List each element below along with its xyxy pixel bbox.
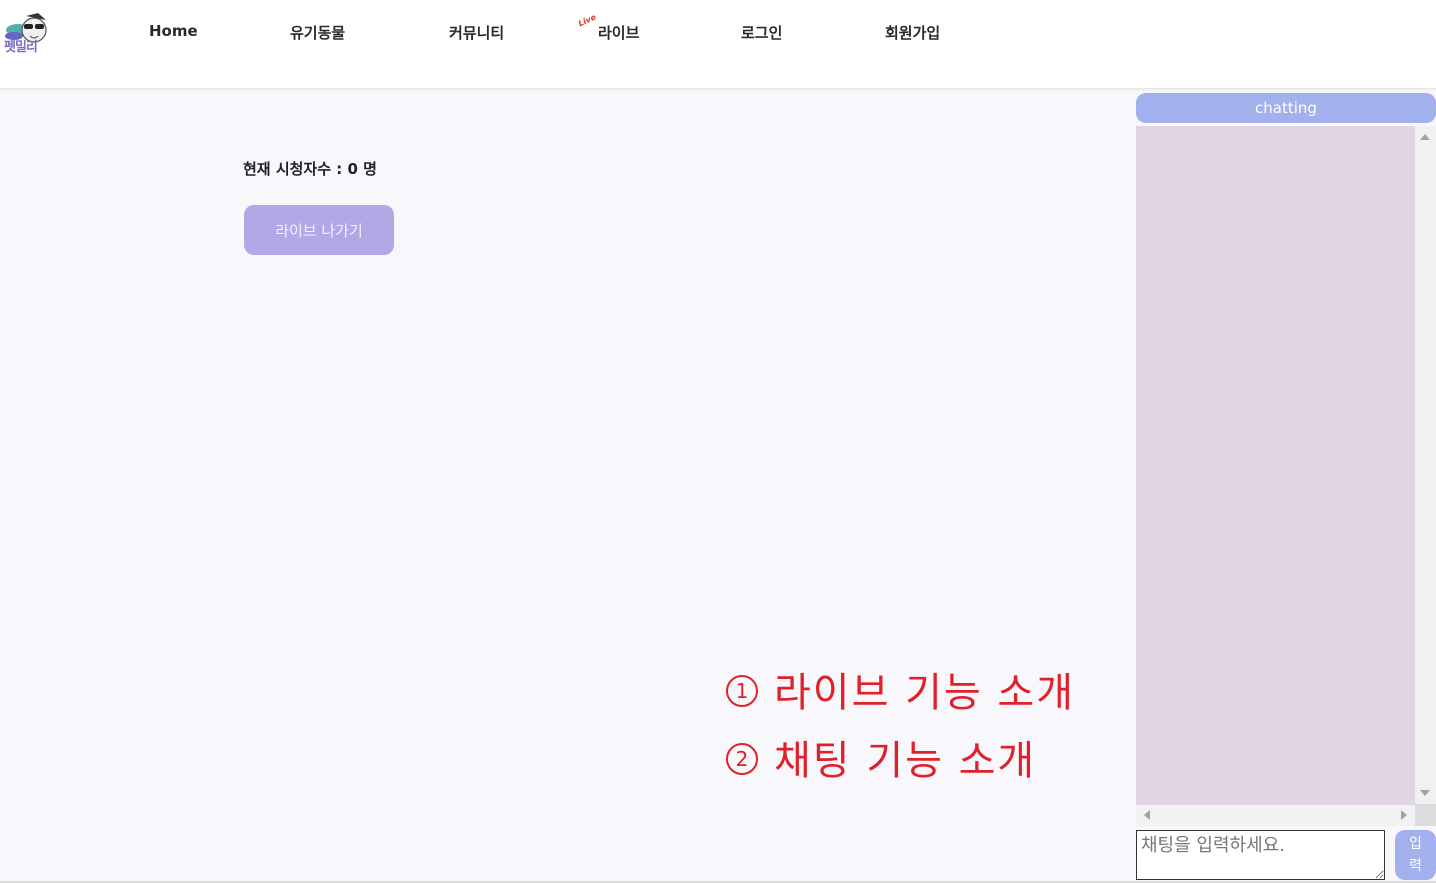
chat-message-area[interactable] [1136, 126, 1436, 826]
scroll-right-icon[interactable] [1401, 810, 1407, 820]
nav-live[interactable]: 라이브 [598, 22, 639, 42]
annotation-number: 2 [726, 743, 758, 775]
chat-vertical-scrollbar[interactable] [1415, 126, 1436, 804]
annotation-text: 라이브 기능 소개 [774, 670, 1076, 716]
annotation-2: 2 채팅 기능 소개 [726, 728, 1036, 786]
scroll-left-icon[interactable] [1144, 810, 1150, 820]
send-button[interactable]: 입력 [1395, 830, 1436, 880]
scrollbar-corner [1415, 805, 1436, 826]
live-badge: Live [576, 12, 598, 29]
annotation-1: 1 라이브 기능 소개 [726, 660, 1075, 718]
nav-community[interactable]: 커뮤니티 [449, 22, 504, 42]
chat-header: chatting [1136, 93, 1436, 123]
chat-horizontal-scrollbar[interactable] [1136, 805, 1415, 826]
viewer-count: 현재 시청자수 : 0 명 [243, 160, 377, 178]
nav-abandoned-animals[interactable]: 유기동물 [290, 22, 345, 42]
top-header: 펫밀리 Home 유기동물 커뮤니티 Live 라이브 로그인 회원가입 [0, 0, 1436, 89]
nav-home[interactable]: Home [149, 22, 198, 42]
nav-signup[interactable]: 회원가입 [885, 22, 940, 42]
annotation-text: 채팅 기능 소개 [774, 738, 1037, 784]
logo-text: 펫밀리 [4, 40, 38, 55]
scroll-down-icon[interactable] [1420, 790, 1430, 796]
scroll-up-icon[interactable] [1420, 134, 1430, 140]
chat-input[interactable] [1136, 830, 1385, 880]
annotation-number: 1 [726, 675, 758, 707]
leave-live-button[interactable]: 라이브 나가기 [244, 205, 394, 255]
nav-login[interactable]: 로그인 [741, 22, 782, 42]
